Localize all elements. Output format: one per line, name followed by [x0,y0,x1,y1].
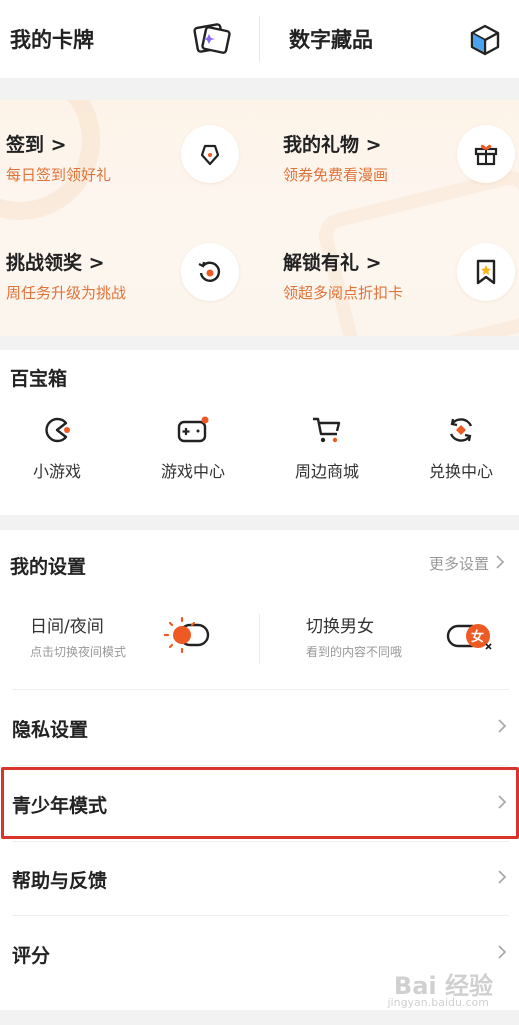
task-title: 我的礼物 > [283,134,382,156]
row-divider [12,915,509,916]
gift-icon[interactable] [457,125,515,183]
day-night-toggle-block[interactable]: 日间/夜间 点击切换夜间模式 [30,612,126,668]
gender-toggle-switch[interactable]: 女 [446,620,496,654]
unlock-task[interactable]: 解锁有礼 > 领超多阅点折扣卡 [259,218,518,328]
sun-toggle-icon[interactable] [163,616,212,658]
cube-icon [467,22,503,62]
more-settings-link[interactable]: 更多设置 [429,553,505,574]
gift-task[interactable]: 我的礼物 > 领券免费看漫画 [259,100,518,210]
pacman-icon [0,412,122,448]
pen-icon[interactable] [181,125,239,183]
chevron-right-icon [497,718,507,738]
task-title: 解锁有礼 > [283,252,382,274]
bookmark-star-icon[interactable] [457,243,515,301]
top-divider [259,16,260,62]
my-cards-label: 我的卡牌 [10,28,94,52]
challenge-task[interactable]: 挑战领奖 > 周任务升级为挑战 [0,218,259,328]
gender-toggle-text: 女 [471,630,485,645]
top-row-card: 我的卡牌 数字藏品 [0,0,519,78]
task-subtitle: 每日签到领好礼 [6,166,112,184]
my-cards-entry[interactable]: 我的卡牌 [10,0,250,78]
privacy-settings-row[interactable]: 隐私设置 [0,691,519,765]
gender-toggle-block[interactable]: 切换男女 看到的内容不同哦 [306,612,402,668]
task-title: 挑战领奖 > [6,252,105,274]
baidu-watermark-url: jingyan.baidu.com [387,996,489,1009]
day-night-subtitle: 点击切换夜间模式 [30,645,127,659]
task-card: 签到 > 每日签到领好礼 我的礼物 > 领券免费看漫画 挑战领奖 > 周任务升级… [0,100,519,336]
task-subtitle: 领券免费看漫画 [283,166,389,184]
tool-label: 游戏中心 [160,462,225,481]
row-label: 评分 [12,944,51,967]
gender-title: 切换男女 [306,617,374,637]
cards-icon [190,20,234,62]
exchange-icon [396,412,519,448]
gender-subtitle: 看到的内容不同哦 [306,645,403,659]
task-title: 签到 > [6,134,67,156]
highlight-annotation-box [1,767,519,839]
chevron-right-icon [495,554,505,574]
mini-games-tool[interactable]: 小游戏 [0,412,122,492]
digital-collectibles-label: 数字藏品 [289,28,373,52]
digital-collectibles-entry[interactable]: 数字藏品 [289,0,514,78]
checkin-task[interactable]: 签到 > 每日签到领好礼 [0,100,259,210]
task-subtitle: 领超多阅点折扣卡 [283,284,404,302]
day-night-title: 日间/夜间 [30,617,104,637]
toggle-divider [259,614,260,664]
tool-label: 周边商城 [294,462,359,481]
row-label: 隐私设置 [12,718,89,741]
game-center-tool[interactable]: 游戏中心 [128,412,258,492]
toolbox-title: 百宝箱 [10,368,68,390]
gamepad-icon [128,412,258,448]
exchange-center-tool[interactable]: 兑换中心 [396,412,519,492]
help-feedback-row[interactable]: 帮助与反馈 [0,842,519,916]
tool-label: 小游戏 [32,462,81,481]
row-label: 帮助与反馈 [12,869,108,892]
row-divider [12,689,509,690]
task-subtitle: 周任务升级为挑战 [6,284,127,302]
more-settings-label: 更多设置 [428,555,489,573]
settings-title: 我的设置 [10,556,87,578]
chevron-right-icon [497,944,507,964]
row-divider [12,765,509,766]
merch-store-tool[interactable]: 周边商城 [262,412,392,492]
tool-label: 兑换中心 [428,462,493,481]
cart-icon [262,412,392,448]
chevron-right-icon [497,869,507,889]
target-icon[interactable] [181,243,239,301]
